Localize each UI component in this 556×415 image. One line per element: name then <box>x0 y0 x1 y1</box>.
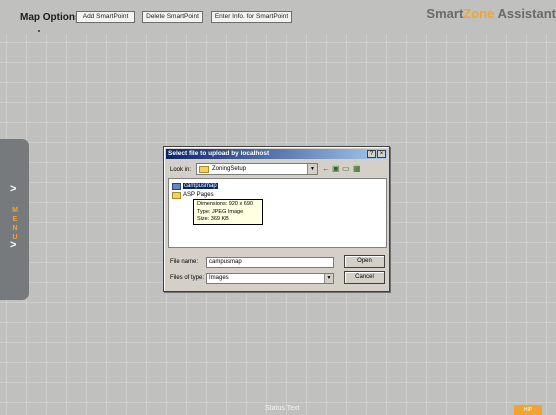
chevron-down-icon[interactable]: ▼ <box>324 274 333 283</box>
delete-smartpoint-button[interactable]: Delete SmartPoint <box>142 11 203 23</box>
app-brand: SmartZone Assistant <box>426 6 556 21</box>
help-button[interactable]: ? <box>367 150 376 158</box>
folder-icon <box>172 192 181 199</box>
image-file-icon <box>172 183 181 190</box>
file-upload-dialog: Select file to upload by localhost ? × L… <box>163 146 390 292</box>
file-name-label: File name: <box>170 259 199 265</box>
up-folder-icon[interactable]: ▣ <box>332 164 340 173</box>
file-list[interactable]: campusmap ASP Pages Dimensions: 920 x 69… <box>168 178 387 248</box>
new-folder-icon[interactable]: ▭ <box>342 164 350 173</box>
top-toolbar: Map Options: Add SmartPoint Delete Smart… <box>0 0 556 34</box>
expand-arrow-icon[interactable]: > <box>10 183 16 195</box>
look-in-value: ZoningSetup <box>212 166 247 172</box>
status-text: Status Text <box>265 405 300 412</box>
close-button[interactable]: × <box>377 150 386 158</box>
cursor-marker <box>38 30 40 32</box>
view-menu-icon[interactable]: ▦ <box>353 164 361 173</box>
file-info-tooltip: Dimensions: 920 x 690 Type: JPEG Image S… <box>193 199 263 225</box>
enter-info-button[interactable]: Enter Info. for SmartPoint <box>211 11 292 23</box>
open-button[interactable]: Open <box>344 255 385 268</box>
expand-arrow-icon[interactable]: > <box>10 239 16 251</box>
corner-button[interactable]: HIP <box>514 405 542 415</box>
side-menu-panel[interactable]: > M E N U > <box>0 139 29 300</box>
file-item-campusmap[interactable]: campusmap <box>172 182 218 191</box>
file-name-field[interactable]: campusmap <box>206 257 334 268</box>
look-in-label: Look in: <box>170 167 192 173</box>
file-type-select[interactable]: Images ▼ <box>206 273 334 284</box>
look-in-select[interactable]: ZoningSetup ▼ <box>196 163 318 175</box>
back-arrow-icon[interactable]: ← <box>322 164 330 173</box>
cancel-button[interactable]: Cancel <box>344 271 385 284</box>
chevron-down-icon[interactable]: ▼ <box>307 164 317 174</box>
dialog-title: Select file to upload by localhost <box>168 150 270 157</box>
file-type-label: Files of type: <box>170 275 205 281</box>
add-smartpoint-button[interactable]: Add SmartPoint <box>76 11 135 23</box>
folder-icon <box>199 166 209 173</box>
menu-vertical-label: M E N U <box>12 207 18 241</box>
map-options-label: Map Options: <box>20 12 84 23</box>
dialog-titlebar[interactable]: Select file to upload by localhost ? × <box>166 149 387 159</box>
